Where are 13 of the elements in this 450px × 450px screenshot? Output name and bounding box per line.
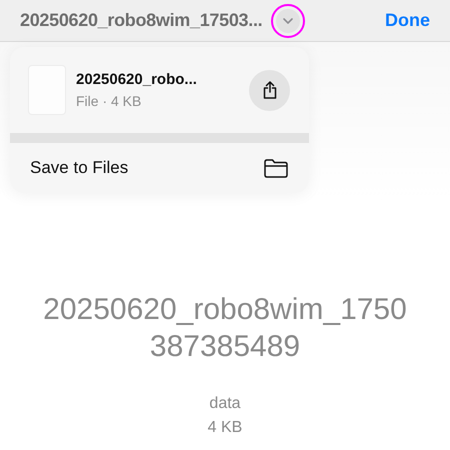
file-title: 20250620_robo8wim_17503... [20,10,262,31]
share-icon [262,81,276,99]
menu-item[interactable]: Save to Files [10,143,309,193]
menu-item-label: Save to Files [30,158,128,178]
file-details: File · 4 KB [76,93,142,109]
chevron-down-icon [282,16,294,24]
preview-file-name: 20250620_robo8wim_1750387385489 [42,292,408,365]
file-name: 20250620_robo... [76,71,198,88]
chevron-button[interactable] [276,8,300,32]
share-button[interactable] [249,70,290,110]
folder-icon [264,158,288,178]
file-type: data [209,395,241,413]
file-size: 4 KB [208,419,242,437]
